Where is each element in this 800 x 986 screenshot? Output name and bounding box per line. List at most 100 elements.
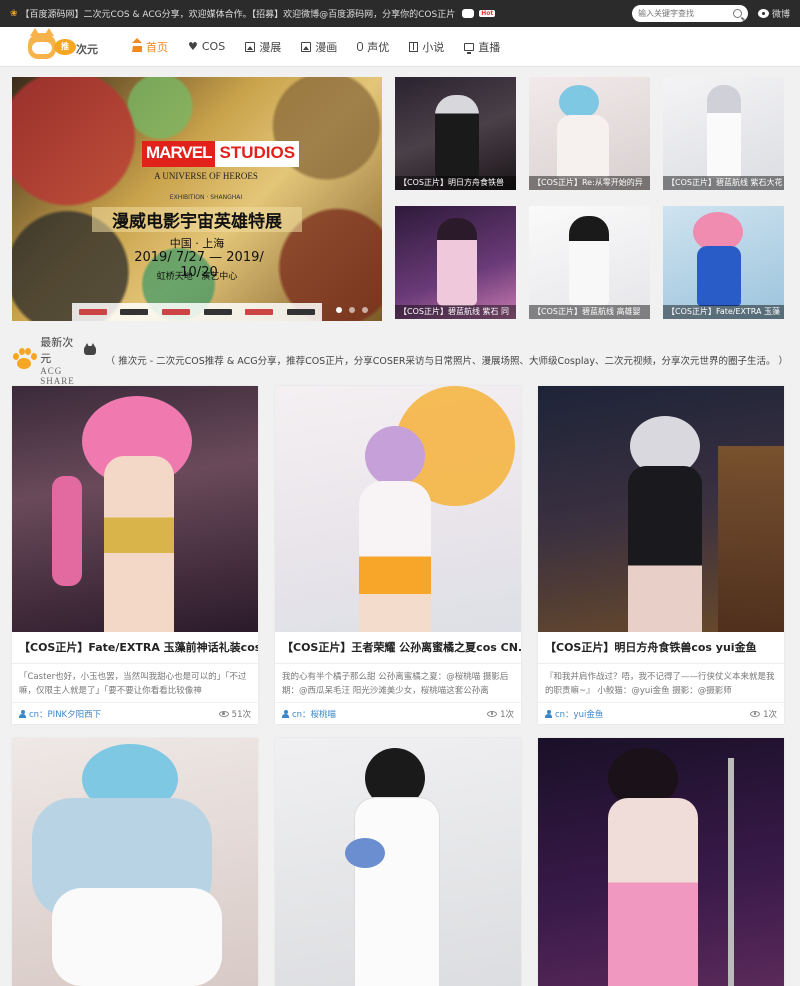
banner-slider[interactable]: MARVEL STUDIOS A UNIVERSE OF HEROES EXHI… xyxy=(12,77,382,321)
post-author[interactable]: cn：桜桃喵 xyxy=(282,708,336,720)
nav-item-shengyou[interactable]: 声优 xyxy=(347,27,399,67)
nav-item-label: COS xyxy=(201,40,226,53)
nav-item-label: 首页 xyxy=(146,40,168,54)
logo-badge: 推 xyxy=(54,38,76,55)
nav-item-label: 漫展 xyxy=(259,40,282,54)
post-image[interactable] xyxy=(275,386,521,632)
cat-icon xyxy=(84,342,96,355)
image-icon xyxy=(301,41,312,52)
post-title[interactable]: 【COS正片】Fate/EXTRA 玉藻前神话礼装cos ... xyxy=(12,632,258,664)
tv-icon xyxy=(464,42,475,54)
post-author[interactable]: cn：yui金鱼 xyxy=(545,708,603,720)
post-image[interactable] xyxy=(12,386,258,632)
post-meta: cn：桜桃喵 1次 xyxy=(275,702,521,724)
search-box[interactable] xyxy=(631,5,748,22)
hot-badge: Hot xyxy=(479,10,496,17)
paw-icon: ❀ xyxy=(10,8,18,19)
post-views: 51次 xyxy=(218,708,251,720)
post-card[interactable]: 【COS正片】王者荣耀 公孙离蜜橘之夏cos CN... 我的心有半个橘子那么甜… xyxy=(275,386,521,724)
nav-item-home[interactable]: 首页 xyxy=(122,27,178,67)
sponsor-logos xyxy=(72,303,322,321)
author-name: cn：桜桃喵 xyxy=(292,709,337,720)
user-icon xyxy=(19,709,26,718)
image-icon xyxy=(245,41,256,52)
view-count: 51次 xyxy=(231,709,251,720)
nav-item-label: 小说 xyxy=(422,40,445,54)
banner-subtitle-2: EXHIBITION · SHANGHAI xyxy=(169,194,243,201)
post-card[interactable]: 【COS正片】Fate/EXTRA 玉藻前神话礼装cos ... 「Caster… xyxy=(12,386,258,724)
search-icon[interactable] xyxy=(732,9,742,18)
weibo-link[interactable]: 微博 xyxy=(757,7,790,20)
post-card[interactable]: 【COS正片】明日方舟食铁兽cos yui金鱼 『和我并肩作战过？唔，我不记得了… xyxy=(538,386,784,724)
nav-item-label: 漫画 xyxy=(315,40,338,54)
eye-icon xyxy=(487,710,498,717)
banner-venue: 虹桥天地 · 演艺中心 xyxy=(156,272,238,282)
post-meta: cn：yui金鱼 1次 xyxy=(538,702,784,724)
section-header: 最新次元 ACG SHARE （ 推次元 - 二次元COS推荐 & ACG分享，… xyxy=(12,336,788,386)
weibo-label: 微博 xyxy=(771,10,790,20)
section-description: （ 推次元 - 二次元COS推荐 & ACG分享，推荐COS正片，分享COSER… xyxy=(105,356,788,367)
site-logo[interactable]: 推 次元 xyxy=(28,27,100,63)
featured-thumb[interactable]: 【COS正片】碧蓝航线 紫石 同 xyxy=(395,206,516,319)
weibo-icon xyxy=(757,9,769,18)
post-author[interactable]: cn：PINK夕阳西下 xyxy=(19,708,101,720)
author-name: cn：PINK夕阳西下 xyxy=(29,709,102,720)
post-card[interactable] xyxy=(12,738,258,986)
slider-dot[interactable] xyxy=(362,307,368,313)
brand-left: MARVEL xyxy=(142,141,216,167)
post-image[interactable] xyxy=(538,386,784,632)
nav-item-zhibo[interactable]: 直播 xyxy=(454,27,510,67)
section-subtitle: ACG SHARE xyxy=(40,366,75,386)
featured-thumb[interactable]: 【COS正片】Fate/EXTRA 玉藻 xyxy=(663,206,784,319)
search-input[interactable] xyxy=(637,9,733,18)
thumb-caption: 【COS正片】Re:从零开始的异 xyxy=(529,176,650,190)
home-icon xyxy=(132,37,142,52)
heart-icon: ♥ xyxy=(188,40,198,53)
nav-item-manzhan[interactable]: 漫展 xyxy=(235,27,291,67)
user-icon xyxy=(545,709,552,718)
post-image[interactable] xyxy=(12,738,258,986)
post-title[interactable]: 【COS正片】明日方舟食铁兽cos yui金鱼 xyxy=(538,632,784,664)
thumb-caption: 【COS正片】碧蓝航线 高雄婴 xyxy=(529,305,650,319)
post-card[interactable] xyxy=(275,738,521,986)
logo-text: 次元 xyxy=(76,42,98,56)
nav-item-xiaoshuo[interactable]: 小说 xyxy=(399,27,454,67)
marvel-logo: MARVEL STUDIOS xyxy=(142,141,300,167)
post-views: 1次 xyxy=(487,708,514,720)
slider-dot[interactable] xyxy=(336,307,342,313)
paw-icon xyxy=(12,348,37,372)
nav-item-manhua[interactable]: 漫画 xyxy=(291,27,347,67)
post-title[interactable]: 【COS正片】王者荣耀 公孙离蜜橘之夏cos CN... xyxy=(275,632,521,664)
banner-subtitle: A UNIVERSE OF HEROES xyxy=(154,171,258,181)
main-nav: 推 次元 首页 ♥ COS 漫展 漫画 声优 小说 直播 xyxy=(0,27,800,67)
featured-thumb[interactable]: 【COS正片】明日方舟食铁兽 xyxy=(395,77,516,190)
view-count: 1次 xyxy=(500,709,514,720)
notice-text-row: ❀ 【百度源码网】二次元COS & ACG分享，欢迎媒体合作。【招募】欢迎微博@… xyxy=(10,7,626,20)
thumb-caption: 【COS正片】明日方舟食铁兽 xyxy=(395,176,516,190)
author-name: cn：yui金鱼 xyxy=(555,709,604,720)
post-excerpt: 我的心有半个橘子那么甜 公孙离蜜橘之夏：@桜桃喵 摄影后期：@西瓜呆毛汪 阳光沙… xyxy=(282,672,509,696)
slider-dot[interactable] xyxy=(349,307,355,313)
nav-item-label: 声优 xyxy=(367,40,390,54)
post-meta: cn：PINK夕阳西下 51次 xyxy=(12,702,258,724)
post-views: 1次 xyxy=(750,708,777,720)
top-notice-bar: ❀ 【百度源码网】二次元COS & ACG分享，欢迎媒体合作。【招募】欢迎微博@… xyxy=(0,0,800,27)
notice-text: 【百度源码网】二次元COS & ACG分享，欢迎媒体合作。【招募】欢迎微博@百度… xyxy=(20,10,456,20)
brand-right: STUDIOS xyxy=(215,141,300,167)
featured-thumb[interactable]: 【COS正片】Re:从零开始的异 xyxy=(529,77,650,190)
thumb-caption: 【COS正片】碧蓝航线 紫石大花 xyxy=(663,176,784,190)
thumb-caption: 【COS正片】Fate/EXTRA 玉藻 xyxy=(663,305,784,319)
featured-thumb[interactable]: 【COS正片】碧蓝航线 紫石大花 xyxy=(663,77,784,190)
nav-item-label: 直播 xyxy=(478,40,501,54)
nav-menu: 首页 ♥ COS 漫展 漫画 声优 小说 直播 xyxy=(122,27,510,67)
user-icon xyxy=(282,709,289,718)
view-count: 1次 xyxy=(763,709,777,720)
cat-hot-icon xyxy=(462,9,475,18)
featured-thumb[interactable]: 【COS正片】碧蓝航线 高雄婴 xyxy=(529,206,650,319)
post-image[interactable] xyxy=(538,738,784,986)
banner-title: 漫威电影宇宙英雄特展 xyxy=(92,207,302,232)
section-titles: 最新次元 ACG SHARE xyxy=(40,334,96,386)
nav-item-cos[interactable]: ♥ COS xyxy=(178,27,235,67)
post-card[interactable] xyxy=(538,738,784,986)
post-image[interactable] xyxy=(275,738,521,986)
